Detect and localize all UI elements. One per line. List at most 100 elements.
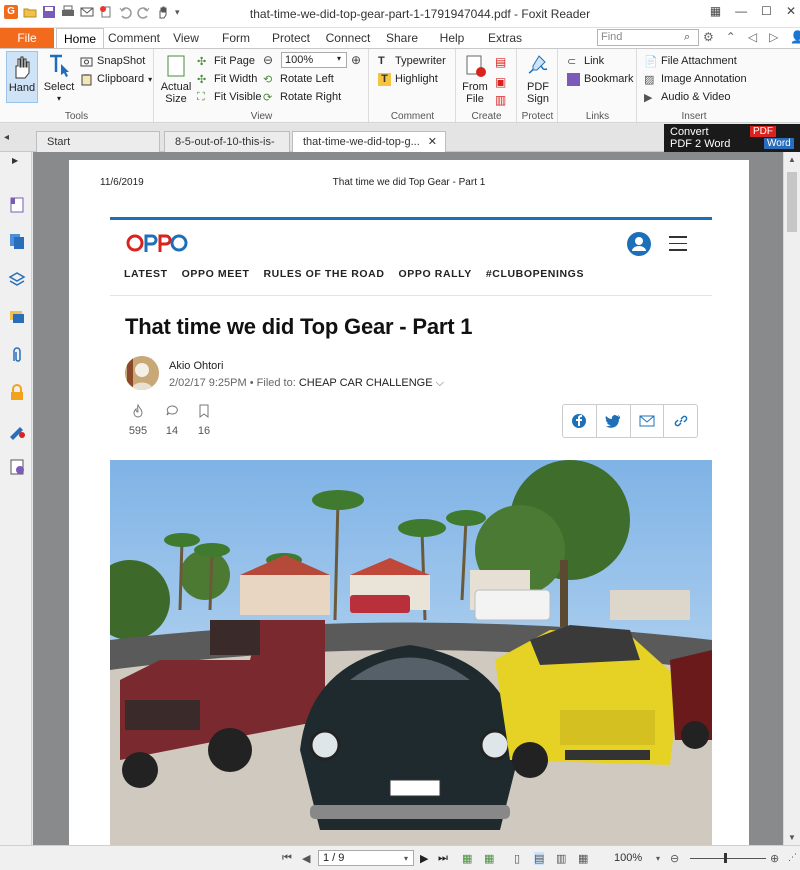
create-scanner-icon[interactable]: ▣	[495, 75, 506, 89]
share-link-button[interactable]	[664, 405, 697, 437]
tab-view[interactable]: View	[164, 28, 208, 48]
fit-page-button[interactable]: ✣ Fit Page	[197, 53, 255, 69]
pdf-sign-button[interactable]: PDF Sign	[522, 53, 554, 105]
author-avatar[interactable]	[125, 356, 159, 390]
first-page-icon[interactable]: ⏮	[282, 852, 292, 865]
close-button[interactable]: ✕	[786, 4, 796, 18]
share-facebook-button[interactable]	[563, 405, 597, 437]
settings-gear-icon[interactable]: ⚙	[703, 30, 714, 44]
next-view-icon[interactable]: ▦	[484, 852, 494, 865]
author-name[interactable]: Akio Ohtori	[169, 360, 223, 372]
highlight-button[interactable]: T Highlight	[378, 71, 438, 87]
tab-comment[interactable]: Comment	[106, 28, 162, 48]
restore-tile-icon[interactable]: ▦	[710, 4, 721, 18]
select-dropdown-icon[interactable]: ▾	[42, 93, 76, 105]
bookmarks-panel-icon[interactable]	[8, 196, 26, 214]
page-dropdown-icon[interactable]: ▾	[404, 854, 408, 863]
oppo-logo[interactable]	[126, 232, 188, 254]
nav-link-oppo-meet[interactable]: OPPO MEET	[182, 268, 250, 280]
link-button[interactable]: ⊂ Link	[567, 53, 604, 69]
document-viewport[interactable]: 11/6/2019 That time we did Top Gear - Pa…	[33, 152, 783, 845]
create-clipboard-icon[interactable]: ▥	[495, 93, 506, 107]
comments-panel-icon[interactable]	[8, 308, 26, 326]
account-icon[interactable]: 👤	[790, 30, 800, 44]
clipboard-button[interactable]: Clipboard ▾	[80, 71, 152, 87]
share-twitter-button[interactable]	[597, 405, 631, 437]
zoom-slider-knob[interactable]	[724, 853, 727, 863]
select-button[interactable]: Select ▾	[42, 53, 76, 105]
signatures-panel-icon[interactable]	[8, 422, 26, 440]
hamburger-menu-icon[interactable]	[669, 236, 687, 251]
snapshot-button[interactable]: SnapShot	[80, 53, 145, 69]
share-email-button[interactable]	[631, 405, 665, 437]
doc-tab-8-5-out-of-10[interactable]: 8-5-out-of-10-this-is-o...	[164, 131, 290, 168]
page-number-select[interactable]: 1 / 9	[318, 850, 414, 866]
forward-arrow-icon[interactable]: ▷	[769, 30, 778, 44]
rotate-left-button[interactable]: ⟲ Rotate Left	[263, 71, 334, 87]
security-lock-icon[interactable]	[8, 384, 26, 402]
tab-help[interactable]: Help	[430, 28, 474, 48]
nav-link-rules-of-the-road[interactable]: RULES OF THE ROAD	[263, 268, 384, 280]
zoom-in-status-icon[interactable]: ⊕	[770, 852, 779, 865]
resize-grip-icon[interactable]: ⋰	[788, 852, 797, 863]
minimize-button[interactable]: —	[735, 4, 747, 18]
expand-pane-icon[interactable]: ▶	[12, 156, 18, 165]
file-attachment-button[interactable]: 📄 File Attachment	[644, 53, 737, 69]
user-account-icon[interactable]	[627, 232, 651, 256]
tab-form[interactable]: Form	[212, 28, 260, 48]
zoom-out-icon[interactable]: ⊖	[263, 53, 273, 67]
fit-width-button[interactable]: ✣ Fit Width	[197, 71, 257, 87]
tab-extras[interactable]: Extras	[480, 28, 530, 48]
typewriter-button[interactable]: T Typewriter	[378, 53, 446, 69]
zoom-dropdown-status-icon[interactable]: ▾	[656, 854, 660, 863]
image-annotation-button[interactable]: ▨ Image Annotation	[644, 71, 747, 87]
from-file-button[interactable]: From File	[461, 53, 489, 105]
previous-view-icon[interactable]: ▦	[462, 852, 472, 865]
audio-video-button[interactable]: ▶ Audio & Video	[644, 89, 731, 105]
single-page-icon[interactable]: ▯	[514, 852, 520, 865]
tab-share[interactable]: Share	[380, 28, 424, 48]
tab-home[interactable]: Home	[56, 28, 104, 48]
hand-button[interactable]: Hand	[6, 51, 38, 103]
last-page-icon[interactable]: ⏭	[438, 852, 448, 865]
fit-visible-button[interactable]: ⛶ Fit Visible	[197, 89, 261, 105]
actual-size-button[interactable]: Actual Size	[159, 53, 193, 105]
zoom-level[interactable]: 100%	[614, 852, 642, 864]
likes-stat[interactable]: 595	[123, 403, 153, 437]
create-blank-icon[interactable]: ▤	[495, 55, 506, 69]
layers-panel-icon[interactable]	[8, 270, 26, 288]
content-panel-icon[interactable]	[8, 458, 26, 476]
nav-link-latest[interactable]: LATEST	[124, 268, 168, 280]
doc-tab-start[interactable]: Start	[36, 131, 160, 152]
zoom-out-status-icon[interactable]: ⊖	[670, 852, 679, 865]
facing-page-icon[interactable]: ▥	[556, 852, 566, 865]
bookmark-button[interactable]: Bookmark	[567, 71, 634, 87]
nav-link-oppo-rally[interactable]: OPPO RALLY	[399, 268, 472, 280]
tab-protect[interactable]: Protect	[266, 28, 316, 48]
zoom-dropdown-icon[interactable]: ▾	[337, 54, 341, 63]
pages-panel-icon[interactable]	[8, 232, 26, 250]
scroll-thumb[interactable]	[787, 172, 797, 232]
previous-page-icon[interactable]: ◀	[302, 852, 310, 865]
nav-link-clubopenings[interactable]: #CLUBOPENINGS	[486, 268, 584, 280]
tab-file[interactable]: File	[0, 28, 54, 48]
next-page-icon[interactable]: ▶	[420, 852, 428, 865]
tab-connect[interactable]: Connect	[322, 28, 374, 48]
zoom-slider[interactable]	[690, 858, 766, 859]
tab-scroll-icon[interactable]: ◂	[4, 132, 9, 143]
continuous-page-icon[interactable]: ▤	[534, 852, 545, 865]
up-arrow-icon[interactable]: ⌃	[726, 30, 736, 44]
close-tab-icon[interactable]: ✕	[428, 132, 437, 152]
comments-stat[interactable]: 14	[157, 404, 187, 437]
category-dropdown-icon[interactable]: ⌵	[436, 377, 444, 389]
maximize-button[interactable]: ☐	[761, 4, 772, 18]
convert-pdf-2-word-banner[interactable]: Convert PDF 2 Word PDF Word	[664, 124, 800, 152]
zoom-in-icon[interactable]: ⊕	[351, 53, 361, 67]
rotate-right-button[interactable]: ⟳ Rotate Right	[263, 89, 341, 105]
scroll-up-icon[interactable]: ▲	[788, 155, 796, 164]
vertical-scrollbar[interactable]: ▲ ▼	[783, 152, 800, 845]
doc-tab-top-gear[interactable]: that-time-we-did-top-g... ✕	[292, 131, 446, 152]
category-link[interactable]: CHEAP CAR CHALLENGE	[299, 377, 433, 389]
attachments-panel-icon[interactable]	[8, 346, 26, 364]
back-arrow-icon[interactable]: ◁	[748, 30, 757, 44]
